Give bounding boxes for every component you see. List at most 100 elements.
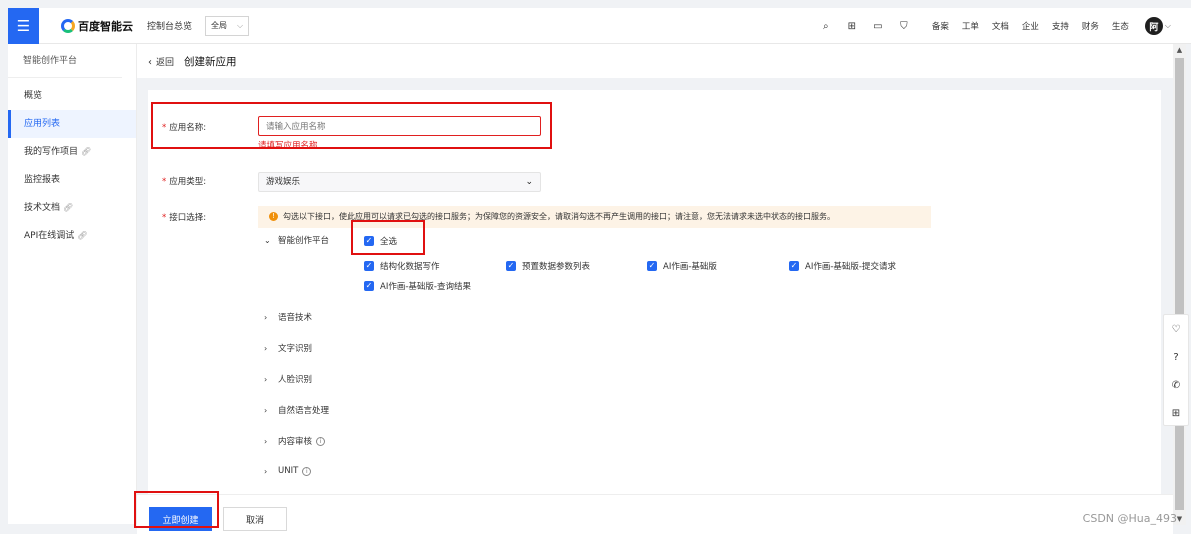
highlight-app-name [151,102,552,149]
sidebar-item-label: 监控报表 [24,175,61,185]
nav-link-support[interactable]: 支持 [1052,20,1069,32]
sidebar-item-label: 技术文档 [24,203,61,213]
app-type-value: 游戏娱乐 [266,177,301,187]
highlight-create-button [134,491,219,528]
scrollbar[interactable]: ▲ ▼ [1173,44,1186,525]
nav-link-docs[interactable]: 文档 [992,20,1009,32]
cart-icon[interactable]: ⛉ [893,21,915,32]
checkbox-ai-painting-basic[interactable]: ✓ AI作画-基础版 [647,260,717,272]
checkbox-structured-writing[interactable]: ✓ 结构化数据写作 [364,260,440,272]
api-group-face[interactable]: › 人脸识别 [264,373,313,386]
floating-toolbar: ♡ ? ✆ ⊞ [1163,314,1189,426]
link-icon: 🔗︎ [81,147,92,156]
message-icon[interactable]: ▭ [867,21,889,32]
checkbox-label: AI作画-基础版-提交请求 [805,262,896,272]
chevron-right-icon: › [264,466,268,476]
chevron-right-icon: › [264,436,268,446]
link-icon: 🔗︎ [63,203,74,212]
sidebar-item-label: 概览 [24,91,43,101]
search-icon[interactable]: ⌕ [815,21,837,32]
watermark: CSDN @Hua_493 [1082,512,1177,525]
menu-icon[interactable]: ☰ [8,7,39,44]
checkbox-checked-icon: ✓ [364,281,374,291]
api-group-nlp[interactable]: › 自然语言处理 [264,404,330,417]
create-app-form: *应用名称: 请填写应用名称 *应用类型: 游戏娱乐 ⌄ *接口选择: !勾选以… [148,90,1161,494]
logo-text: 百度智能云 [78,19,133,33]
sidebar-item-label: API在线调试 [24,231,75,241]
cancel-button[interactable]: 取消 [223,507,287,531]
sidebar-item-writing-projects[interactable]: 我的写作项目 🔗︎ [8,138,136,166]
sidebar-item-app-list[interactable]: 应用列表 [8,110,136,138]
sidebar: 智能创作平台 概览 应用列表 我的写作项目 🔗︎ 监控报表 技术文档 🔗︎ API在… [8,44,137,524]
api-group-unit[interactable]: › UNIT i [264,466,312,476]
region-value: 全局 [211,21,228,30]
nav-link-finance[interactable]: 财务 [1082,20,1099,32]
group-label: 人脸识别 [278,375,313,385]
logo[interactable]: 百度智能云 [61,18,133,34]
chevron-down-icon: ⌄ [525,177,533,187]
chevron-left-icon: ‹ [148,56,152,68]
checkbox-ai-painting-submit[interactable]: ✓ AI作画-基础版-提交请求 [789,260,896,272]
nav-link-beian[interactable]: 备案 [932,20,949,32]
console-overview-link[interactable]: 控制台总览 [147,19,192,32]
chevron-right-icon: › [264,312,268,322]
nav-link-enterprise[interactable]: 企业 [1022,20,1039,32]
sidebar-item-label: 应用列表 [24,119,61,129]
checkbox-checked-icon: ✓ [364,261,374,271]
api-group-content-review[interactable]: › 内容审核 i [264,435,326,447]
scroll-up-icon[interactable]: ▲ [1173,44,1186,56]
app-type-select[interactable]: 游戏娱乐 ⌄ [258,172,541,192]
api-select-label: * 接口选择: [162,213,207,223]
apps-grid-icon[interactable]: ⊞ [1164,399,1188,427]
checkbox-checked-icon: ✓ [647,261,657,271]
api-group-ocr[interactable]: › 文字识别 [264,342,313,355]
chevron-right-icon: › [264,343,268,353]
group-label: 语音技术 [278,313,313,323]
chevron-down-icon: ⌵ [236,20,244,30]
checkbox-preset-params[interactable]: ✓ 预置数据参数列表 [506,260,590,272]
page-title: 创建新应用 [184,55,237,68]
sidebar-item-overview[interactable]: 概览 [8,82,136,110]
checkbox-ai-painting-query[interactable]: ✓ AI作画-基础版-查询结果 [364,280,471,292]
sidebar-item-tech-docs[interactable]: 技术文档 🔗︎ [8,194,136,222]
group-label: 内容审核 [278,437,313,447]
top-right-nav: ⌕ ⊞ ▭ ⛉ 备案 工单 文档 企业 支持 财务 生态 阿 ⌵ [815,8,1171,44]
checkbox-checked-icon: ✓ [506,261,516,271]
back-link[interactable]: ‹ 返回 [148,55,174,68]
chevron-right-icon: › [264,405,268,415]
chevron-down-icon: ⌄ [264,235,271,245]
info-icon[interactable]: i [316,436,326,446]
sidebar-item-label: 我的写作项目 [24,147,79,157]
warning-icon: ! [269,212,278,221]
checkbox-label: AI作画-基础版-查询结果 [380,282,471,292]
sidebar-item-monitoring[interactable]: 监控报表 [8,166,136,194]
apps-grid-icon[interactable]: ⊞ [841,21,863,32]
sidebar-item-api-debug[interactable]: API在线调试 🔗︎ [8,222,136,250]
scrollbar-thumb[interactable] [1175,58,1184,510]
back-label: 返回 [156,57,175,68]
group-label: UNIT [278,466,299,476]
checkbox-label: 预置数据参数列表 [522,262,591,272]
breadcrumb: ‹ 返回 创建新应用 [137,44,1173,78]
nav-link-ecosystem[interactable]: 生态 [1112,20,1129,32]
form-footer: 立即创建 取消 [137,494,1173,534]
api-group-speech[interactable]: › 语音技术 [264,311,313,324]
api-group-creation-platform[interactable]: ⌄ 智能创作平台 [264,234,329,247]
chevron-down-icon[interactable]: ⌵ [1165,21,1171,31]
group-label: 自然语言处理 [278,406,330,416]
app-type-label: * 应用类型: [162,177,207,187]
help-icon[interactable]: ? [1164,343,1188,371]
checkbox-checked-icon: ✓ [789,261,799,271]
region-select[interactable]: 全局 ⌵ [205,15,250,36]
group-label: 文字识别 [278,344,313,354]
heart-icon[interactable]: ♡ [1164,315,1188,343]
avatar[interactable]: 阿 [1144,17,1163,35]
checkbox-label: 结构化数据写作 [380,262,440,272]
chevron-right-icon: › [264,374,268,384]
nav-link-ticket[interactable]: 工单 [962,20,979,32]
sidebar-title: 智能创作平台 [8,44,122,78]
info-icon[interactable]: i [302,466,312,476]
phone-icon[interactable]: ✆ [1164,371,1188,399]
top-bar: ☰ 百度智能云 控制台总览 全局 ⌵ ⌕ ⊞ ▭ ⛉ 备案 工单 文档 企业 支… [8,7,1191,44]
link-icon: 🔗︎ [77,231,88,240]
